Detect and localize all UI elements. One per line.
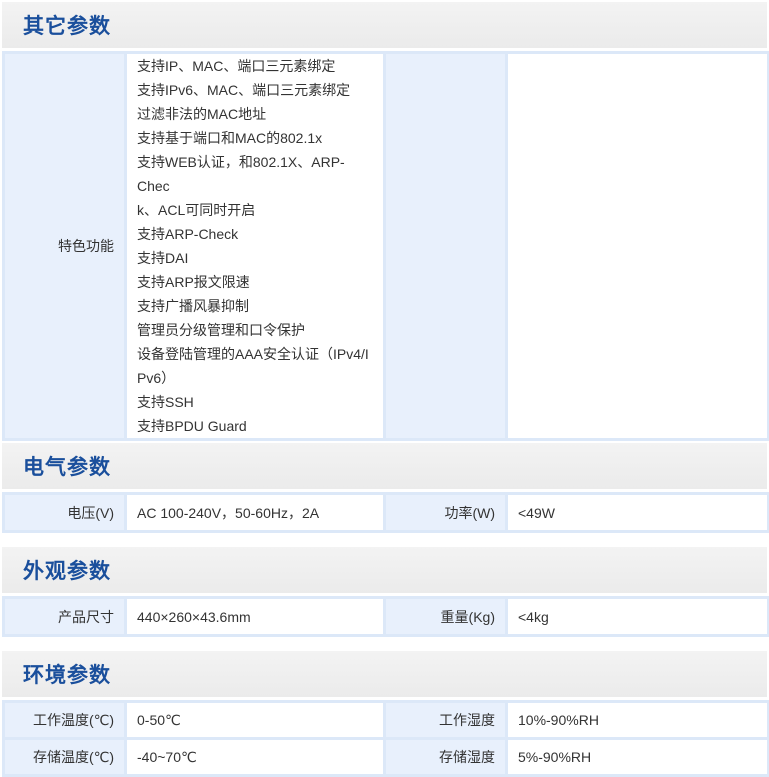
feature-line: 过滤非法的MAC地址 [137,106,267,122]
label-empty [383,51,508,441]
section-electrical-params: 电气参数 电压(V) AC 100-240V，50-60Hz，2A 功率(W) … [2,443,769,533]
spec-table: 工作温度(℃) 0-50℃ 工作湿度 10%-90%RH 存储温度(℃) -40… [2,700,769,777]
spec-table: 产品尺寸 440×260×43.6mm 重量(Kg) <4kg [2,596,769,637]
table-row: 特色功能 支持IP、MAC、端口三元素绑定 支持IPv6、MAC、端口三元素绑定… [2,51,769,441]
label-operating-humidity: 工作湿度 [383,700,508,740]
feature-line: k、ACL可同时开启 [137,202,256,218]
section-header: 环境参数 [2,651,767,697]
spec-table: 电压(V) AC 100-240V，50-60Hz，2A 功率(W) <49W [2,492,769,533]
feature-line: 支持ARP报文限速 [137,274,250,290]
value-weight: <4kg [505,596,769,637]
section-header: 电气参数 [2,443,767,489]
label-operating-temp: 工作温度(℃) [2,700,127,740]
section-title: 电气参数 [23,456,111,479]
section-appearance-params: 外观参数 产品尺寸 440×260×43.6mm 重量(Kg) <4kg [2,547,769,637]
feature-line: 支持IP、MAC、端口三元素绑定 [137,58,336,74]
label-storage-humidity: 存储湿度 [383,737,508,777]
table-row: 电压(V) AC 100-240V，50-60Hz，2A 功率(W) <49W [2,492,769,533]
value-empty [505,51,769,441]
label-voltage: 电压(V) [2,492,127,533]
label-size: 产品尺寸 [2,596,127,637]
feature-line: Pv6） [137,370,176,386]
section-title: 环境参数 [23,664,111,687]
feature-line: 支持IPv6、MAC、端口三元素绑定 [137,82,351,98]
value-power: <49W [505,492,769,533]
table-row: 存储温度(℃) -40~70℃ 存储湿度 5%-90%RH [2,737,769,777]
label-storage-temp: 存储温度(℃) [2,737,127,777]
value-storage-temp: -40~70℃ [124,737,386,777]
feature-line: 支持广播风暴抑制 [137,298,249,314]
feature-line: 支持ARP-Check [137,226,239,242]
feature-line: 管理员分级管理和口令保护 [137,322,305,338]
section-title: 外观参数 [23,560,111,583]
value-storage-humidity: 5%-90%RH [505,737,769,777]
value-operating-temp: 0-50℃ [124,700,386,740]
value-features: 支持IP、MAC、端口三元素绑定 支持IPv6、MAC、端口三元素绑定 过滤非法… [124,51,386,441]
section-title: 其它参数 [23,15,111,38]
label-weight: 重量(Kg) [383,596,508,637]
feature-line: 支持基于端口和MAC的802.1x [137,130,323,146]
section-environment-params: 环境参数 工作温度(℃) 0-50℃ 工作湿度 10%-90%RH 存储温度(℃… [2,651,769,777]
label-power: 功率(W) [383,492,508,533]
label-features: 特色功能 [2,51,127,441]
value-operating-humidity: 10%-90%RH [505,700,769,740]
section-header: 外观参数 [2,547,767,593]
feature-line: 支持SSH [137,394,194,410]
feature-line: 支持WEB认证，和802.1X、ARP-Chec [137,154,345,194]
table-row: 产品尺寸 440×260×43.6mm 重量(Kg) <4kg [2,596,769,637]
table-row: 工作温度(℃) 0-50℃ 工作湿度 10%-90%RH [2,700,769,740]
section-header: 其它参数 [2,2,767,48]
spec-table: 特色功能 支持IP、MAC、端口三元素绑定 支持IPv6、MAC、端口三元素绑定… [2,51,769,441]
section-other-params: 其它参数 特色功能 支持IP、MAC、端口三元素绑定 支持IPv6、MAC、端口… [2,2,769,441]
value-size: 440×260×43.6mm [124,596,386,637]
value-voltage: AC 100-240V，50-60Hz，2A [124,492,386,533]
feature-line: 支持DAI [137,250,189,266]
feature-line: 设备登陆管理的AAA安全认证（IPv4/I [137,346,369,362]
feature-line: 支持BPDU Guard [137,418,247,434]
